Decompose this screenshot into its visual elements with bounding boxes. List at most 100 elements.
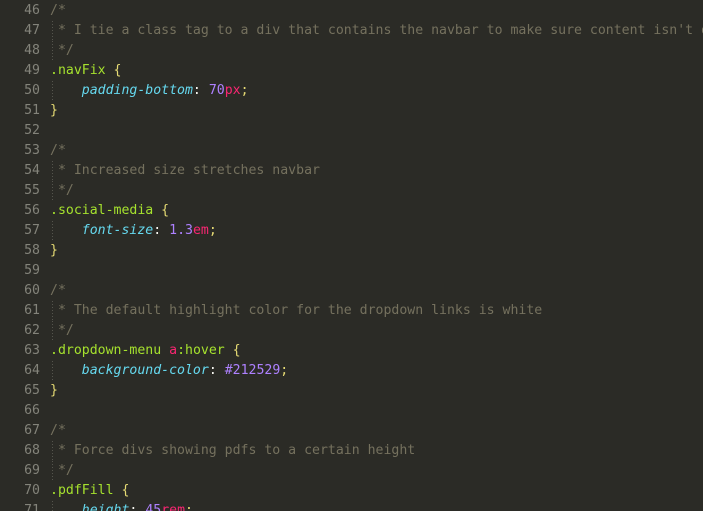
token-num: 45 xyxy=(145,503,162,511)
token-col xyxy=(161,223,169,238)
code-line[interactable]: 59 xyxy=(0,261,703,281)
code-line[interactable]: 62 */ xyxy=(0,321,703,341)
code-line[interactable]: 53 /* xyxy=(0,141,703,161)
line-content[interactable]: * The default highlight color for the dr… xyxy=(50,301,542,321)
line-number: 71 xyxy=(24,503,40,511)
token-col xyxy=(217,363,225,378)
line-content[interactable]: * Force divs showing pdfs to a certain h… xyxy=(50,441,415,461)
line-content[interactable]: */ xyxy=(50,181,74,201)
token-num: 1.3 xyxy=(169,223,193,238)
code-line[interactable]: 63 .dropdown-menu a:hover { xyxy=(0,341,703,361)
token-unit: em xyxy=(192,223,209,238)
token-prop: height xyxy=(81,503,130,511)
token-col xyxy=(161,343,169,358)
code-line[interactable]: 50 padding-bottom: 70px; xyxy=(0,81,703,101)
token-pun: ; xyxy=(208,223,217,238)
line-content[interactable]: background-color: #212529; xyxy=(50,361,288,381)
token-pun: ; xyxy=(280,363,289,378)
code-line[interactable]: 58} xyxy=(0,241,703,261)
token-unit: px xyxy=(224,83,241,98)
token-col: : xyxy=(192,83,201,98)
token-pun: } xyxy=(50,383,58,398)
code-line[interactable]: 46 /* xyxy=(0,1,703,21)
token-sel: .social-media xyxy=(50,203,154,218)
code-line[interactable]: 70 .pdfFill { xyxy=(0,481,703,501)
code-line[interactable]: 60 /* xyxy=(0,281,703,301)
line-number: 60 xyxy=(24,283,40,298)
line-content[interactable]: .social-media { xyxy=(50,201,169,221)
token-col xyxy=(153,203,161,218)
line-content[interactable]: .navFix { xyxy=(50,61,121,81)
code-line[interactable]: 57 font-size: 1.3em; xyxy=(0,221,703,241)
line-number: 67 xyxy=(24,423,40,438)
line-content[interactable]: */ xyxy=(50,321,74,341)
token-unit: rem xyxy=(161,503,186,511)
token-pun: ; xyxy=(240,83,249,98)
line-number: 70 xyxy=(24,483,40,498)
token-c: */ xyxy=(50,183,74,198)
line-content[interactable]: /* xyxy=(50,421,66,441)
token-col: : xyxy=(208,363,217,378)
token-tag: a xyxy=(169,343,178,358)
code-line[interactable]: 64 background-color: #212529; xyxy=(0,361,703,381)
code-line[interactable]: 66 xyxy=(0,401,703,421)
token-col xyxy=(106,63,114,78)
token-pun: { xyxy=(113,63,122,78)
code-line[interactable]: 69 */ xyxy=(0,461,703,481)
line-content[interactable]: */ xyxy=(50,41,74,61)
line-number: 59 xyxy=(24,263,40,278)
token-col xyxy=(225,343,233,358)
code-line[interactable]: 67 /* xyxy=(0,421,703,441)
code-line[interactable]: 71 height: 45rem; xyxy=(0,501,703,511)
token-pun: { xyxy=(232,343,241,358)
code-line[interactable]: 52 xyxy=(0,121,703,141)
token-sel: :hover xyxy=(177,343,225,358)
code-line[interactable]: 56 .social-media { xyxy=(0,201,703,221)
token-col xyxy=(50,223,82,238)
token-sel: .dropdown-menu xyxy=(50,343,162,358)
token-c: /* xyxy=(50,143,66,158)
line-content[interactable]: } xyxy=(50,381,58,401)
token-c: /* xyxy=(50,423,66,438)
line-content[interactable]: padding-bottom: 70px; xyxy=(50,81,249,101)
token-pun: } xyxy=(50,103,58,118)
line-content[interactable]: .dropdown-menu a:hover { xyxy=(50,341,241,361)
line-content[interactable]: } xyxy=(50,101,58,121)
code-line[interactable]: 68 * Force divs showing pdfs to a certai… xyxy=(0,441,703,461)
line-content[interactable]: height: 45rem; xyxy=(50,501,193,511)
line-content[interactable]: font-size: 1.3em; xyxy=(50,221,217,241)
code-lines-container[interactable]: 46 /* 47 * I tie a class tag to a div that… xyxy=(0,0,703,511)
code-line[interactable]: 61 * The default highlight color for the… xyxy=(0,301,703,321)
line-content[interactable]: } xyxy=(50,241,58,261)
token-sel: .navFix xyxy=(50,63,106,78)
token-c: */ xyxy=(50,43,74,58)
token-c: * Force divs showing pdfs to a certain h… xyxy=(50,443,416,458)
token-col xyxy=(50,83,82,98)
token-num: #212529 xyxy=(224,363,281,378)
line-number: 57 xyxy=(24,223,40,238)
token-c: * I tie a class tag to a div that contai… xyxy=(57,23,703,38)
line-content[interactable]: /* xyxy=(50,1,66,21)
code-editor[interactable]: 46 /* 47 * I tie a class tag to a div that… xyxy=(0,0,703,511)
line-content[interactable]: * I tie a class tag to a div that contai… xyxy=(50,21,703,41)
code-line[interactable]: 48 */ xyxy=(0,41,703,61)
line-content[interactable]: /* xyxy=(50,281,66,301)
line-content[interactable]: .pdfFill { xyxy=(50,481,129,501)
line-content[interactable]: */ xyxy=(50,461,74,481)
token-c: * Increased size stretches navbar xyxy=(50,163,320,178)
code-line[interactable]: 54 * Increased size stretches navbar xyxy=(0,161,703,181)
line-content[interactable]: * Increased size stretches navbar xyxy=(50,161,320,181)
token-c: /* xyxy=(50,3,66,18)
code-line[interactable]: 51} xyxy=(0,101,703,121)
line-number: 49 xyxy=(24,63,40,78)
code-line[interactable]: 65} xyxy=(0,381,703,401)
code-line[interactable]: 47 * I tie a class tag to a div that con… xyxy=(0,21,703,41)
token-c: * The default highlight color for the dr… xyxy=(50,303,543,318)
token-prop: background-color xyxy=(81,363,209,378)
line-number: 65 xyxy=(24,383,40,398)
line-content[interactable]: /* xyxy=(50,141,66,161)
token-pun: { xyxy=(161,203,170,218)
code-line[interactable]: 55 */ xyxy=(0,181,703,201)
code-line[interactable]: 49 .navFix { xyxy=(0,61,703,81)
token-c: */ xyxy=(50,323,74,338)
